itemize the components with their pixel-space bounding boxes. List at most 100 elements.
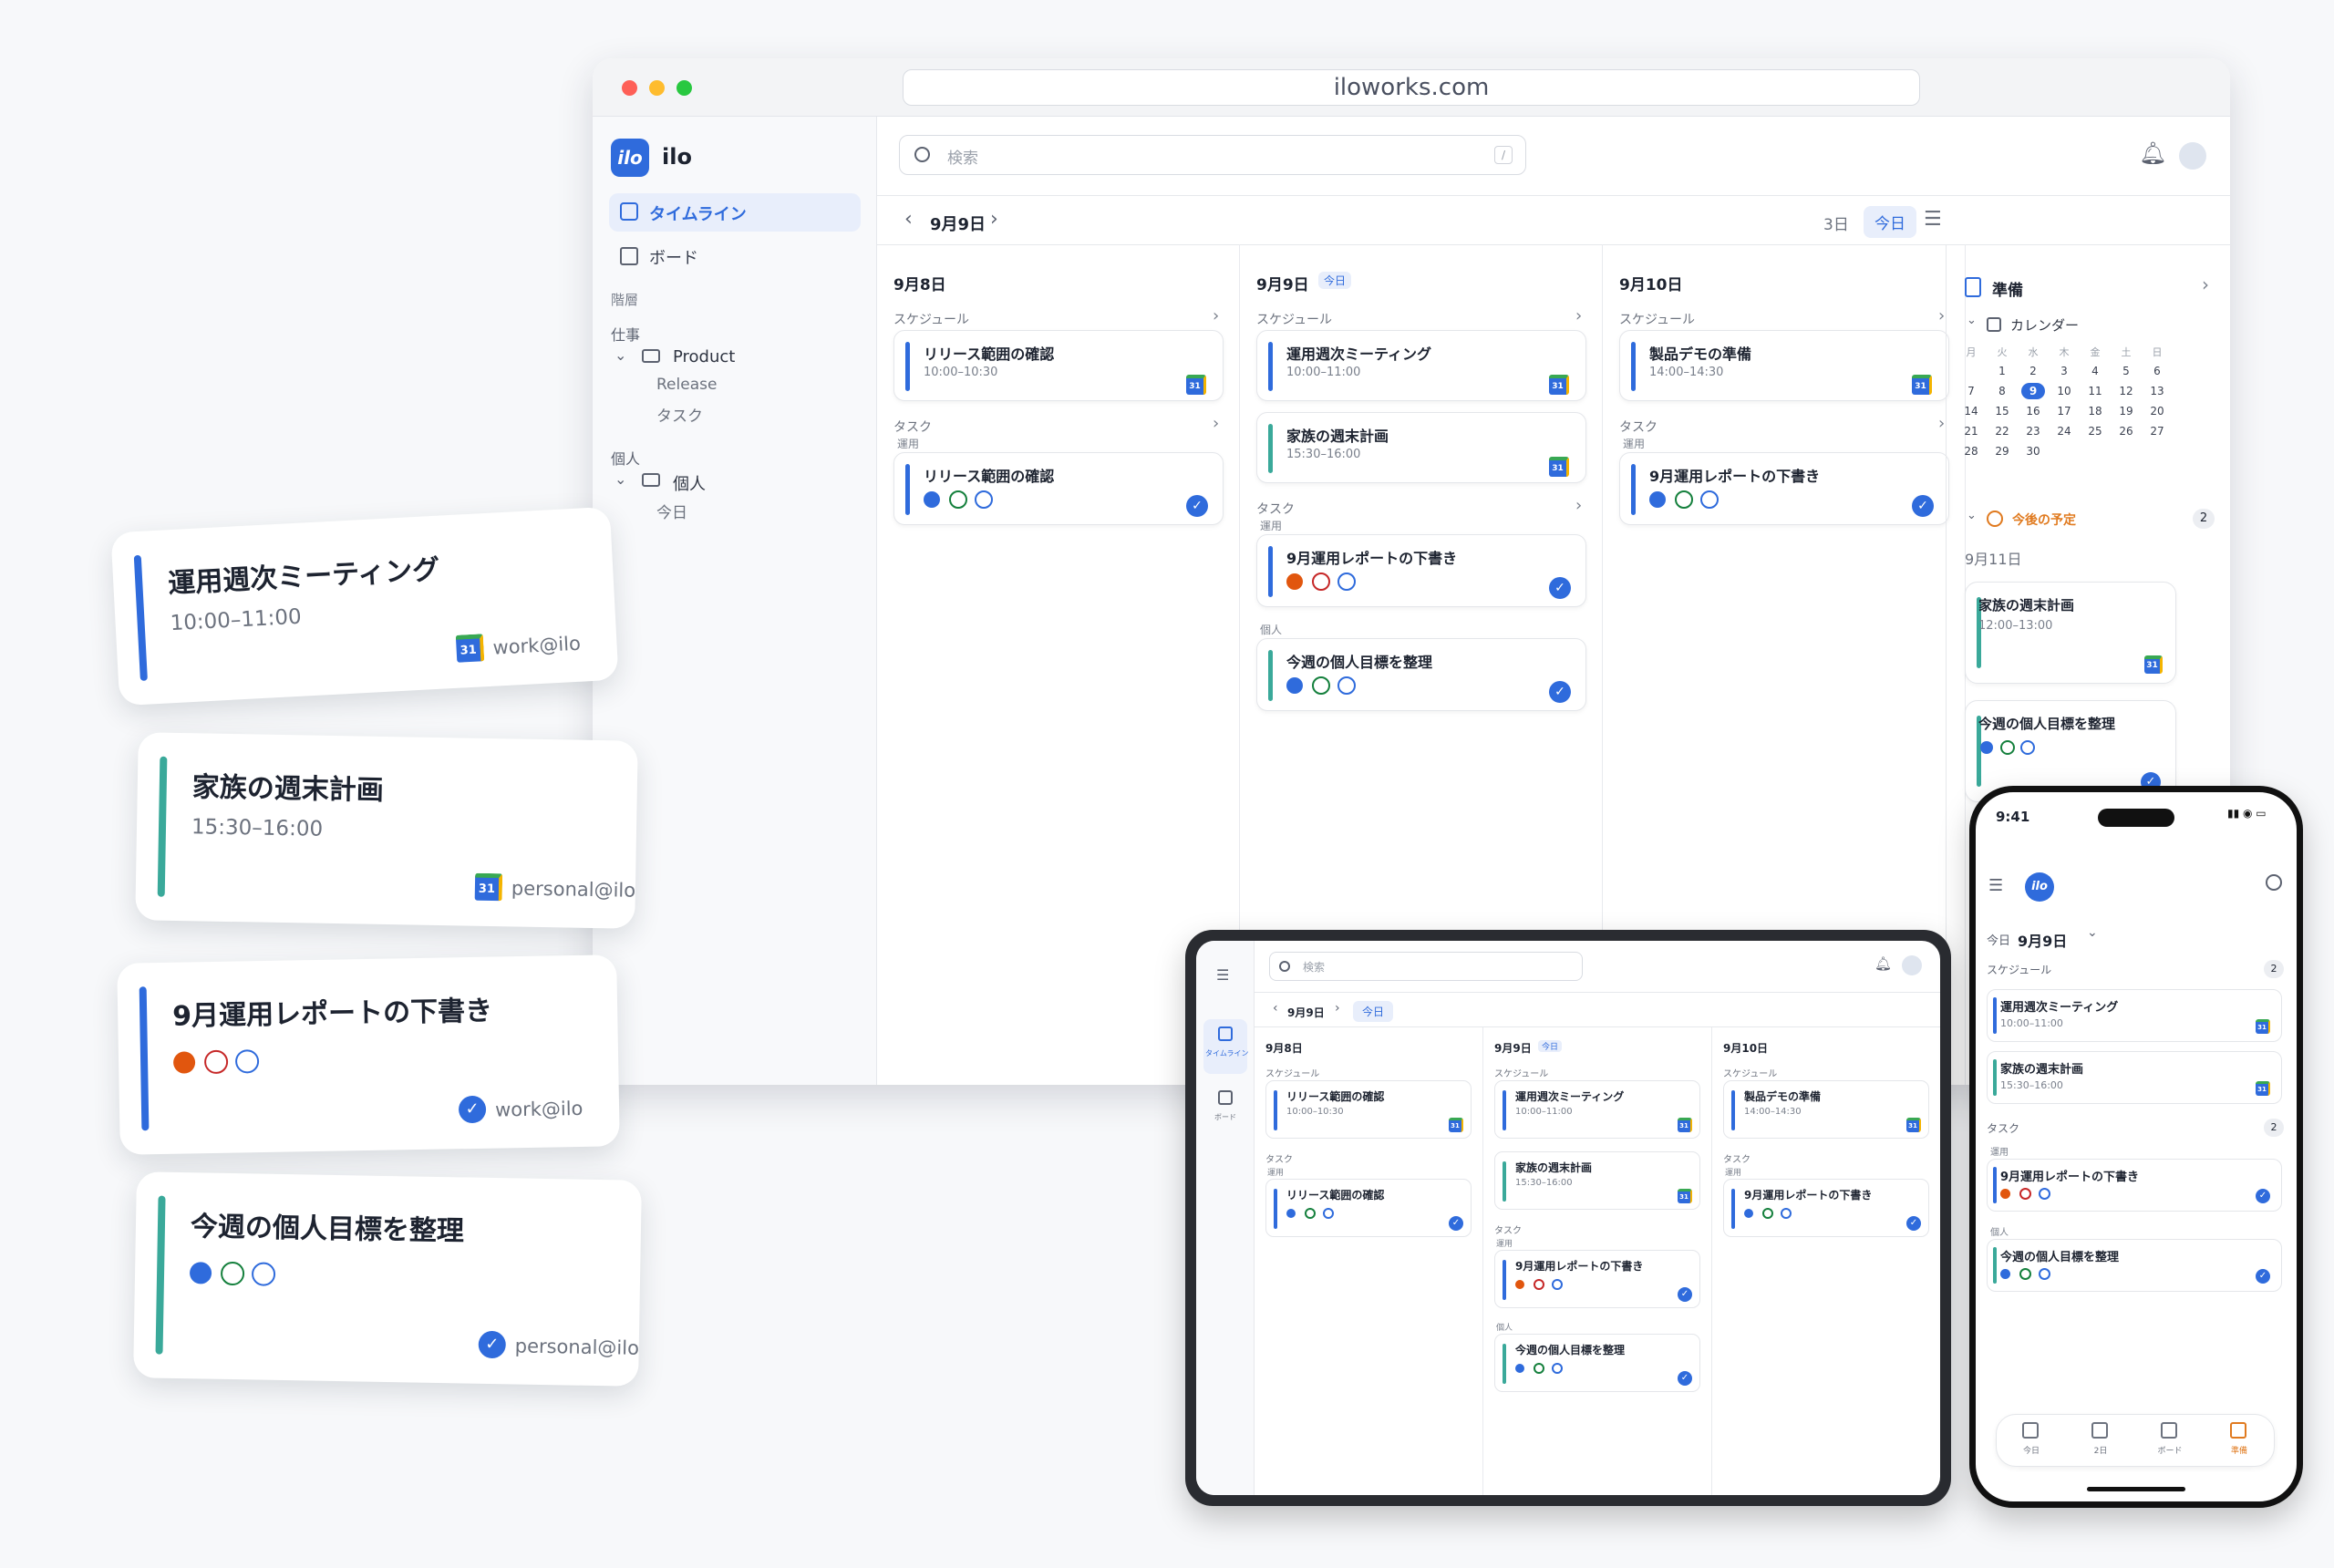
range-3day-button[interactable]: 3日 xyxy=(1823,211,1849,234)
task-card[interactable]: 9月運用レポートの下書き ✓ xyxy=(1256,534,1586,607)
sidebar-item-timeline[interactable]: タイムライン xyxy=(609,193,861,232)
phone-tab-3[interactable]: 準備 xyxy=(2205,1420,2274,1462)
floating-card[interactable]: 9月運用レポートの下書き ✓ work@ilo xyxy=(117,954,620,1155)
folder-personal[interactable]: ⌄ 個人 xyxy=(614,469,852,494)
event-card[interactable]: 運用週次ミーティング 10:00–11:00 31 xyxy=(1494,1080,1700,1139)
close-window-button[interactable] xyxy=(622,80,637,96)
calendar-day[interactable]: 22 xyxy=(1990,423,2014,439)
calendar-day[interactable]: 12 xyxy=(2114,383,2138,399)
calendar-day[interactable]: 21 xyxy=(1959,423,1983,439)
search-icon[interactable] xyxy=(2266,874,2282,891)
tablet-search-input[interactable]: 検索 xyxy=(1269,952,1583,981)
calendar-day[interactable]: 18 xyxy=(2083,403,2107,419)
chevron-right-icon[interactable]: › xyxy=(1575,496,1582,515)
filter-icon[interactable]: ☰ xyxy=(1924,208,1942,231)
calendar-day[interactable]: 4 xyxy=(2083,363,2107,379)
task-check-icon[interactable]: ✓ xyxy=(1186,495,1208,517)
calendar-day[interactable]: 7 xyxy=(1959,383,1983,399)
app-logo[interactable]: ilo xyxy=(2025,872,2054,902)
task-check-icon[interactable]: ✓ xyxy=(1678,1287,1692,1302)
event-card[interactable]: 家族の週末計画 15:30–16:00 31 xyxy=(1494,1151,1700,1210)
calendar-day[interactable]: 28 xyxy=(1959,443,1983,459)
chevron-right-icon[interactable]: › xyxy=(2202,273,2209,295)
menu-icon[interactable]: ☰ xyxy=(1216,966,1229,984)
calendar-day[interactable]: 26 xyxy=(2114,423,2138,439)
task-check-icon[interactable]: ✓ xyxy=(1449,1216,1463,1231)
task-check-icon[interactable]: ✓ xyxy=(458,1095,487,1124)
calendar-day[interactable]: 30 xyxy=(2021,443,2045,459)
upcoming-event-card[interactable]: 家族の週末計画 12:00–13:00 31 xyxy=(1965,582,2176,684)
calendar-day[interactable]: 23 xyxy=(2021,423,2045,439)
folder-product[interactable]: ⌄ Product xyxy=(614,345,852,370)
floating-card[interactable]: 今週の個人目標を整理 ✓ personal@ilo xyxy=(133,1171,642,1387)
calendar-day[interactable]: 15 xyxy=(1990,403,2014,419)
prev-date-button[interactable]: ‹ xyxy=(904,208,913,231)
calendar-day[interactable]: 16 xyxy=(2021,403,2045,419)
chevron-right-icon[interactable]: › xyxy=(1213,306,1219,325)
task-card[interactable]: リリース範囲の確認 ✓ xyxy=(1265,1179,1472,1237)
event-card[interactable]: リリース範囲の確認 10:00–10:30 31 xyxy=(1265,1080,1472,1139)
phone-tab-2[interactable]: ボード xyxy=(2135,1420,2205,1462)
calendar-day[interactable]: 17 xyxy=(2052,403,2076,419)
calendar-day[interactable]: 14 xyxy=(1959,403,1983,419)
chevron-right-icon[interactable]: › xyxy=(1938,414,1945,433)
event-card[interactable]: 製品デモの準備 14:00–14:30 31 xyxy=(1723,1080,1929,1139)
tablet-nav-board[interactable]: ボード xyxy=(1203,1085,1247,1130)
calendar-day[interactable]: 8 xyxy=(1990,383,2014,399)
calendar-day[interactable]: 13 xyxy=(2145,383,2169,399)
chevron-right-icon[interactable]: › xyxy=(1213,414,1219,433)
event-card[interactable]: 製品デモの準備 14:00–14:30 31 xyxy=(1619,330,1949,401)
calendar-day[interactable]: 29 xyxy=(1990,443,2014,459)
sidebar-item-board[interactable]: ボード xyxy=(609,237,861,275)
calendar-day[interactable]: 5 xyxy=(2114,363,2138,379)
calendar-day[interactable]: 2 xyxy=(2021,363,2045,379)
task-check-icon[interactable]: ✓ xyxy=(2256,1269,2270,1284)
task-check-icon[interactable]: ✓ xyxy=(1906,1216,1921,1231)
chevron-down-icon[interactable]: ⌄ xyxy=(1967,314,1977,327)
zoom-window-button[interactable] xyxy=(676,80,692,96)
task-card[interactable]: 今週の個人目標を整理 ✓ xyxy=(1494,1334,1700,1392)
next-date-button[interactable]: › xyxy=(990,208,998,231)
task-check-icon[interactable]: ✓ xyxy=(2256,1189,2270,1203)
task-check-icon[interactable]: ✓ xyxy=(1912,495,1934,517)
calendar-day[interactable]: 24 xyxy=(2052,423,2076,439)
avatar[interactable] xyxy=(1902,955,1922,975)
minimize-window-button[interactable] xyxy=(649,80,665,96)
chevron-right-icon[interactable]: › xyxy=(1575,306,1582,325)
sidebar-project-tasks[interactable]: タスク xyxy=(656,403,703,426)
bell-icon[interactable]: 🔔︎ xyxy=(2139,140,2166,166)
calendar-day[interactable]: 20 xyxy=(2145,403,2169,419)
current-date[interactable]: 9月9日 xyxy=(930,211,986,235)
task-card[interactable]: 9月運用レポートの下書き ✓ xyxy=(1619,452,1949,525)
search-input[interactable]: 検索 / xyxy=(899,135,1526,175)
task-check-icon[interactable]: ✓ xyxy=(1549,681,1571,703)
calendar-day[interactable]: 6 xyxy=(2145,363,2169,379)
event-card[interactable]: リリース範囲の確認 10:00–10:30 31 xyxy=(893,330,1224,401)
calendar-day[interactable]: 25 xyxy=(2083,423,2107,439)
task-card[interactable]: 9月運用レポートの下書き ✓ xyxy=(1723,1179,1929,1237)
today-button[interactable]: 今日 xyxy=(1864,206,1916,238)
task-card[interactable]: 9月運用レポートの下書き ✓ xyxy=(1987,1159,2282,1212)
calendar-day[interactable]: 11 xyxy=(2083,383,2107,399)
task-card[interactable]: 今週の個人目標を整理 ✓ xyxy=(1256,638,1586,711)
bell-icon[interactable]: 🔔︎ xyxy=(1874,955,1892,972)
sidebar-project-release[interactable]: Release xyxy=(656,376,717,394)
task-check-icon[interactable]: ✓ xyxy=(1678,1371,1692,1386)
calendar-day[interactable]: 9 xyxy=(2021,383,2045,399)
prev-date-button[interactable]: ‹ xyxy=(1273,1001,1278,1016)
address-bar[interactable]: iloworks.com xyxy=(903,69,1920,106)
floating-card[interactable]: 運用週次ミーティング 10:00–11:00 31 work@ilo xyxy=(110,506,619,707)
calendar-day[interactable]: 19 xyxy=(2114,403,2138,419)
event-card[interactable]: 家族の週末計画 15:30–16:00 31 xyxy=(1256,412,1586,483)
tablet-nav-timeline[interactable]: タイムライン xyxy=(1203,1019,1248,1074)
event-card[interactable]: 運用週次ミーティング 10:00–11:00 31 xyxy=(1987,989,2282,1042)
floating-card[interactable]: 家族の週末計画 15:30–16:00 31 personal@ilo xyxy=(135,732,638,929)
today-button[interactable]: 今日 xyxy=(1353,1001,1394,1022)
event-card[interactable]: 家族の週末計画 15:30–16:00 31 xyxy=(1987,1051,2282,1104)
phone-tab-1[interactable]: 2日 xyxy=(2066,1420,2135,1462)
current-date[interactable]: 9月9日 xyxy=(2018,929,2067,951)
calendar-day[interactable]: 27 xyxy=(2145,423,2169,439)
task-card[interactable]: リリース範囲の確認 ✓ xyxy=(893,452,1224,525)
chevron-down-icon[interactable]: ⌄ xyxy=(2087,925,2098,940)
avatar[interactable] xyxy=(2179,142,2206,170)
